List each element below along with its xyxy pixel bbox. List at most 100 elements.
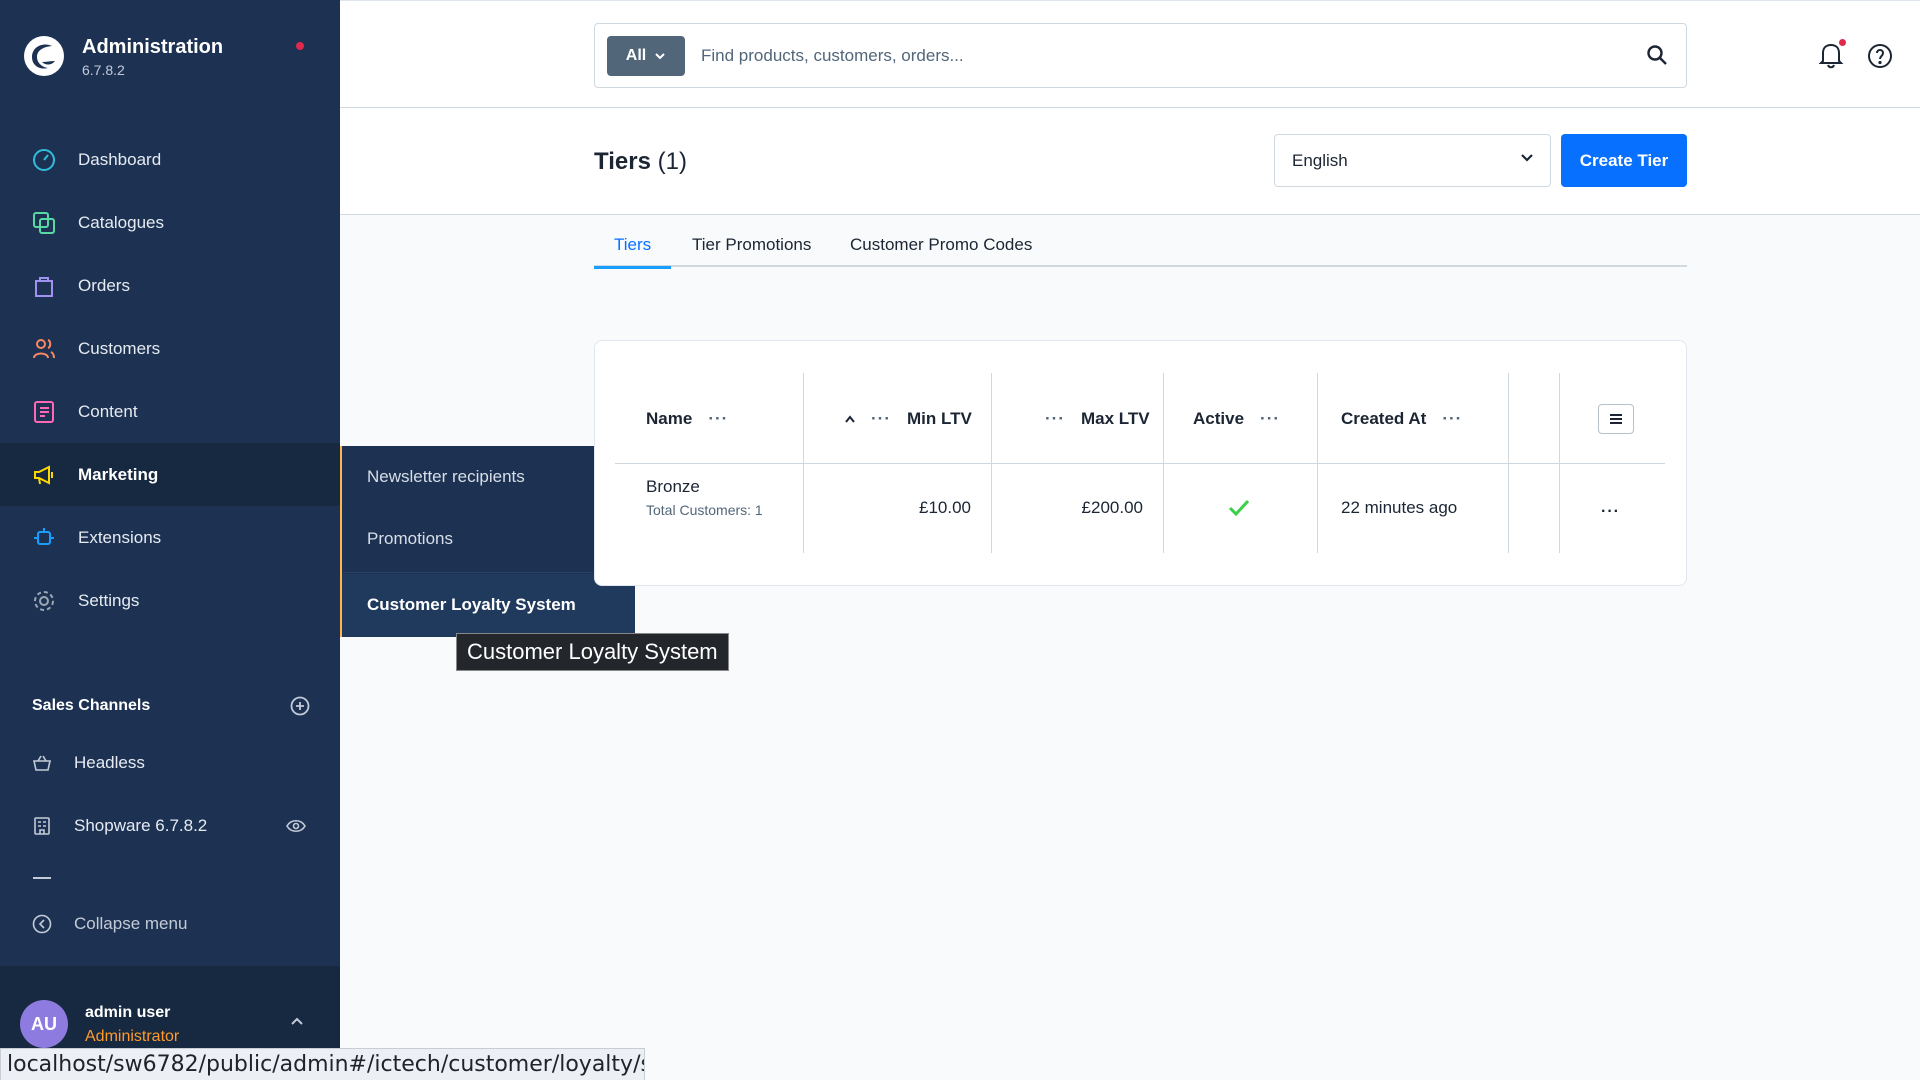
column-menu-icon[interactable]: ···: [871, 409, 891, 429]
tiers-table-card: Name ··· ··· Min LTV ··· Max LTV Active …: [594, 340, 1687, 586]
nav-label: Dashboard: [78, 149, 162, 169]
nav-item-orders[interactable]: Orders: [0, 254, 340, 317]
marketing-icon: [30, 461, 58, 489]
tier-created-at: 22 minutes ago: [1341, 498, 1458, 517]
language-value: English: [1292, 151, 1348, 170]
notification-badge: [1839, 39, 1846, 46]
search-input[interactable]: Find products, customers, orders...: [701, 46, 964, 66]
scroll-hint-divider: [33, 877, 51, 879]
flyout-item-promotions[interactable]: Promotions: [367, 524, 453, 554]
nav-label: Catalogues: [78, 212, 165, 232]
column-settings-button[interactable]: [1598, 404, 1634, 434]
tab-customer-promo-codes[interactable]: Customer Promo Codes: [850, 222, 1032, 267]
customers-icon: [30, 335, 58, 363]
flyout-item-newsletter-recipients[interactable]: Newsletter recipients: [367, 462, 525, 492]
nav-item-catalogues[interactable]: Catalogues: [0, 191, 340, 254]
catalogues-icon: [30, 209, 58, 237]
user-role: Administrator: [85, 1028, 180, 1045]
tab-tiers[interactable]: Tiers: [593, 222, 672, 269]
collapse-menu-button[interactable]: Collapse menu: [30, 904, 187, 944]
dashboard-icon: [30, 146, 58, 174]
tabs: Tiers Tier Promotions Customer Promo Cod…: [593, 222, 1687, 269]
avatar: AU: [20, 1000, 68, 1048]
page-title: Tiers (1): [594, 148, 687, 176]
column-menu-icon[interactable]: ···: [1260, 409, 1280, 429]
search-icon[interactable]: [1646, 44, 1668, 66]
sales-channel-label: Shopware 6.7.8.2: [74, 816, 208, 835]
page-header: Tiers (1) English Create Tier: [340, 108, 1920, 215]
column-label: Max LTV: [1080, 409, 1150, 428]
row-actions-icon[interactable]: ···: [1601, 503, 1620, 521]
tier-name-link[interactable]: Bronze: [646, 477, 700, 497]
nav-label: Settings: [78, 590, 140, 610]
add-sales-channel-icon[interactable]: [290, 696, 310, 716]
sales-channel-label: Headless: [74, 753, 145, 772]
help-button[interactable]: [1867, 43, 1893, 74]
app-title: Administration: [82, 36, 224, 58]
search-type-dropdown[interactable]: All: [607, 36, 685, 76]
list-icon: [1610, 414, 1622, 424]
nav-item-extensions[interactable]: Extensions: [0, 506, 340, 569]
page-title-count: (1): [657, 148, 687, 175]
nav-label: Extensions: [78, 527, 162, 547]
flyout-divider: [342, 572, 612, 573]
nav-label: Marketing: [78, 464, 159, 484]
sales-channels-header: Sales Channels: [32, 692, 310, 720]
sidebar: Administration 6.7.8.2 Dashboard Catalog…: [0, 0, 340, 1080]
header-divider: [615, 463, 1665, 464]
column-menu-icon[interactable]: ···: [1442, 409, 1462, 429]
marketing-flyout-menu: Newsletter recipients Promotions Custome…: [340, 446, 635, 637]
flyout-item-customer-loyalty-system[interactable]: Customer Loyalty System: [367, 590, 576, 620]
language-select[interactable]: English: [1274, 134, 1551, 187]
sort-ascending-icon[interactable]: [845, 415, 855, 423]
nav-item-marketing[interactable]: Marketing: [0, 443, 340, 506]
orders-icon: [30, 272, 58, 300]
user-name: admin user: [85, 1004, 171, 1021]
column-header-active[interactable]: Active ···: [1193, 409, 1280, 429]
tooltip: Customer Loyalty System: [456, 633, 729, 671]
create-tier-button[interactable]: Create Tier: [1561, 134, 1687, 187]
search-type-label: All: [625, 47, 647, 64]
eye-icon[interactable]: [286, 819, 306, 833]
browser-status-url: localhost/sw6782/public/admin#/ictech/cu…: [0, 1048, 645, 1080]
collapse-icon: [30, 912, 54, 936]
collapse-label: Collapse menu: [74, 914, 188, 933]
status-dot-icon: [296, 42, 304, 50]
shopware-logo-icon: [24, 36, 64, 76]
column-header-created-at[interactable]: Created At ···: [1341, 409, 1462, 429]
nav-label: Customers: [78, 338, 161, 358]
nav-item-dashboard[interactable]: Dashboard: [0, 128, 340, 191]
checkmark-icon: [1228, 499, 1250, 517]
column-label: Name: [646, 409, 693, 428]
column-header-max-ltv[interactable]: ··· Max LTV: [1045, 409, 1150, 429]
storefront-icon: [30, 814, 54, 838]
tier-total-customers: Total Customers: 1: [646, 502, 763, 518]
notifications-button[interactable]: [1818, 39, 1846, 74]
basket-icon: [30, 751, 54, 775]
sales-channel-shopware[interactable]: Shopware 6.7.8.2: [30, 806, 320, 846]
column-label: Active: [1193, 409, 1245, 428]
brand[interactable]: Administration 6.7.8.2: [20, 30, 320, 86]
nav-label: Content: [78, 401, 138, 421]
settings-icon: [30, 587, 58, 615]
sales-channel-headless[interactable]: Headless: [30, 743, 320, 783]
tab-tier-promotions[interactable]: Tier Promotions: [692, 222, 811, 267]
sales-channels-title: Sales Channels: [32, 697, 151, 714]
chevron-up-icon[interactable]: [290, 1016, 304, 1026]
column-header-min-ltv[interactable]: ··· Min LTV: [845, 409, 972, 429]
nav-item-content[interactable]: Content: [0, 380, 340, 443]
page-title-text: Tiers: [594, 148, 651, 175]
global-search[interactable]: All Find products, customers, orders...: [594, 23, 1687, 88]
nav-label: Orders: [78, 275, 130, 295]
column-menu-icon[interactable]: ···: [708, 409, 728, 429]
help-icon: [1868, 44, 1892, 68]
tier-max-ltv: £200.00: [1081, 498, 1143, 517]
chevron-down-icon: [655, 53, 665, 60]
column-menu-icon[interactable]: ···: [1045, 409, 1065, 429]
column-header-name[interactable]: Name ···: [646, 409, 728, 429]
nav-item-settings[interactable]: Settings: [0, 569, 340, 632]
nav-item-customers[interactable]: Customers: [0, 317, 340, 380]
column-label: Created At: [1341, 409, 1427, 428]
main-nav: Dashboard Catalogues Orders Customers Co…: [0, 128, 340, 632]
column-label: Min LTV: [906, 409, 972, 428]
